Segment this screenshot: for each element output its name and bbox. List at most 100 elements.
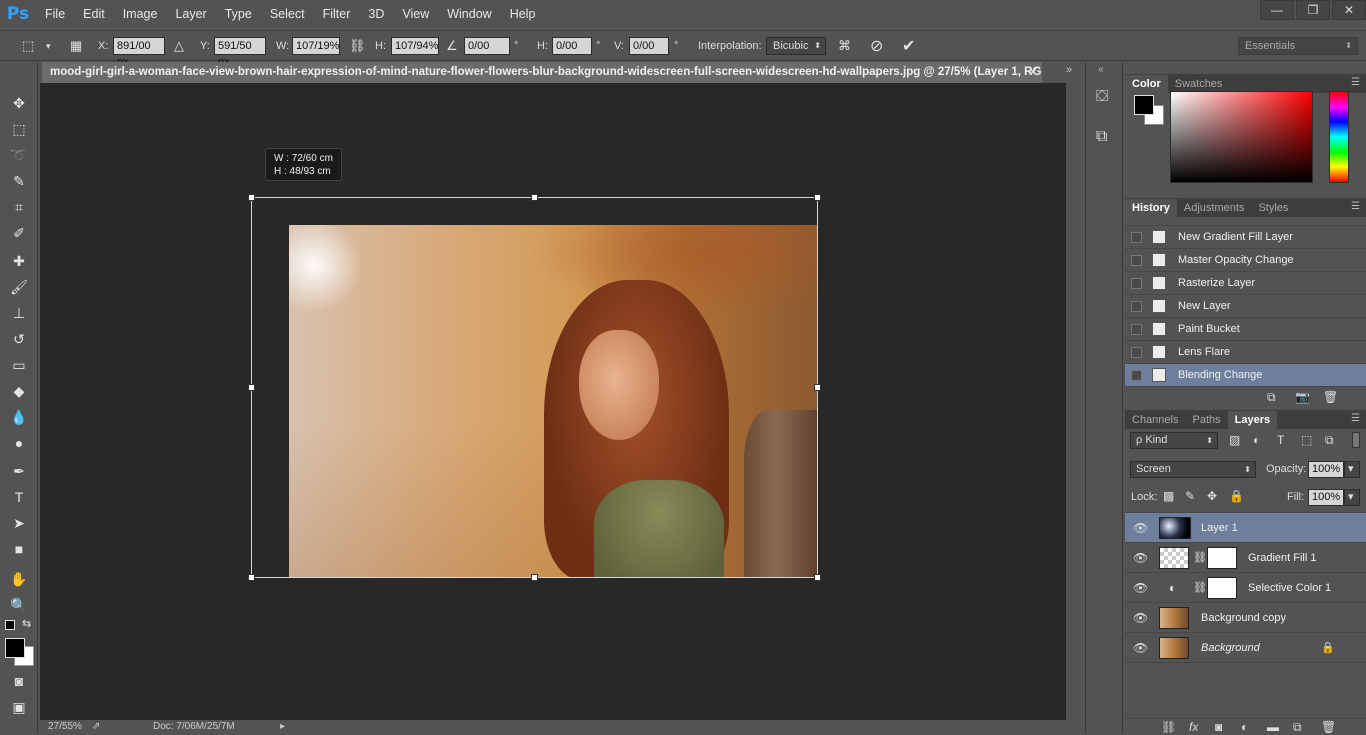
lock-all-icon[interactable]: 🔒 [1229, 489, 1244, 503]
visibility-eye-icon[interactable]: 👁 [1133, 521, 1148, 535]
layer-mask-thumbnail[interactable] [1207, 547, 1237, 569]
chain-link-icon[interactable]: ⛓ [1193, 551, 1207, 564]
y-field[interactable]: 591/50 px [214, 37, 266, 68]
lock-image-icon[interactable]: ✎ [1185, 489, 1195, 503]
tab-adjustments[interactable]: Adjustments [1177, 199, 1252, 217]
3d-icon[interactable]: ⛋ [1096, 88, 1108, 106]
move-tool-icon[interactable]: ✥ [7, 92, 31, 114]
menu-filter[interactable]: Filter [314, 0, 360, 28]
transform-tool-icon[interactable]: ⬚ [22, 38, 34, 54]
fx-icon[interactable]: fx [1189, 720, 1198, 734]
tab-history[interactable]: History [1125, 199, 1177, 217]
history-item[interactable]: Rasterize Layer [1125, 272, 1366, 295]
interpolation-select[interactable]: Bicubic ⬍ [766, 37, 826, 55]
new-group-icon[interactable]: ▬ [1267, 720, 1279, 734]
pen-tool-icon[interactable]: ✒ [7, 460, 31, 482]
menu-image[interactable]: Image [114, 0, 167, 28]
tab-channels[interactable]: Channels [1125, 411, 1185, 429]
trash-icon[interactable]: 🗑 [1323, 390, 1338, 404]
default-colors-icon[interactable] [5, 620, 15, 630]
close-window-button[interactable]: ✕ [1332, 0, 1366, 20]
blur-tool-icon[interactable]: 💧 [7, 406, 31, 428]
transform-handle-top-left[interactable] [248, 194, 255, 201]
lasso-tool-icon[interactable]: ➰ [7, 144, 31, 166]
tab-styles[interactable]: Styles [1251, 199, 1295, 217]
transform-handle-bottom[interactable] [531, 574, 538, 581]
history-checkbox[interactable] [1131, 323, 1142, 335]
crop-tool-icon[interactable]: ⌗ [7, 196, 31, 218]
lock-transparent-icon[interactable]: ▩ [1163, 489, 1174, 503]
minimize-button[interactable]: — [1260, 0, 1294, 20]
layer-row[interactable]: 👁 ⛓ Gradient Fill 1 [1125, 543, 1366, 573]
layer-row[interactable]: 👁 Layer 1 [1125, 513, 1366, 543]
menu-view[interactable]: View [393, 0, 438, 28]
filter-pixel-icon[interactable]: ▨ [1229, 433, 1240, 447]
angle-field[interactable]: 0/00 [464, 37, 510, 55]
lock-position-icon[interactable]: ✥ [1207, 489, 1217, 503]
layer-row[interactable]: 👁 Background copy [1125, 603, 1366, 633]
expand-panels-icon[interactable]: » [1066, 64, 1072, 76]
foreground-color-swatch[interactable] [5, 638, 25, 658]
transform-handle-top[interactable] [531, 194, 538, 201]
menu-layer[interactable]: Layer [166, 0, 215, 28]
history-checkbox[interactable] [1131, 231, 1142, 243]
tab-layers[interactable]: Layers [1227, 411, 1278, 429]
menu-window[interactable]: Window [438, 0, 500, 28]
close-document-icon[interactable]: ✕ [1024, 62, 1042, 83]
history-checkbox[interactable] [1131, 346, 1142, 358]
hand-tool-icon[interactable]: ✋ [7, 568, 31, 590]
filter-toggle[interactable] [1352, 432, 1360, 448]
menu-type[interactable]: Type [216, 0, 261, 28]
vertical-scrollbar[interactable] [1066, 83, 1084, 734]
reference-point-icon[interactable]: ▦ [70, 38, 82, 54]
chain-link-icon[interactable]: ⛓ [1193, 581, 1207, 594]
history-checkbox[interactable] [1131, 277, 1142, 289]
opacity-field[interactable]: 100% [1308, 461, 1344, 478]
history-brush-tool-icon[interactable]: ↺ [7, 328, 31, 350]
warp-icon[interactable]: ⌘ [838, 38, 851, 54]
rectangle-tool-icon[interactable]: ■ [7, 538, 31, 560]
commit-transform-icon[interactable]: ✔ [902, 36, 915, 56]
link-layers-icon[interactable]: ⛓ [1161, 720, 1176, 734]
delta-icon[interactable]: △ [174, 38, 184, 54]
filter-smart-object-icon[interactable]: ⧉ [1325, 433, 1334, 448]
history-item[interactable]: New Layer [1125, 295, 1366, 318]
layer-row[interactable]: 👁 Background 🔒 [1125, 633, 1366, 663]
history-item[interactable]: Master Opacity Change [1125, 249, 1366, 272]
filter-type-icon[interactable]: T [1277, 433, 1284, 447]
properties-icon[interactable]: ⧉ [1096, 128, 1107, 146]
filter-shape-icon[interactable]: ⬚ [1301, 433, 1312, 447]
new-adjustment-icon[interactable]: ◐ [1241, 720, 1248, 734]
transform-handle-left[interactable] [248, 384, 255, 391]
menu-edit[interactable]: Edit [74, 0, 114, 28]
zoom-level[interactable]: 27/55% [48, 720, 82, 734]
hue-slider[interactable] [1329, 91, 1349, 183]
history-item[interactable]: New Gradient Fill Layer [1125, 226, 1366, 249]
transform-bounding-box[interactable] [248, 194, 821, 581]
quick-mask-icon[interactable]: ◙ [7, 670, 31, 692]
share-icon[interactable]: ⇗ [92, 720, 100, 734]
history-item[interactable]: Lens Flare [1125, 341, 1366, 364]
preset-dropdown-icon[interactable]: ▾ [46, 41, 51, 52]
filter-kind-select[interactable]: ρ Kind ⬍ [1130, 432, 1218, 449]
height-field[interactable]: 107/94% [391, 37, 439, 55]
swap-colors-icon[interactable]: ⇆ [22, 617, 31, 630]
menu-select[interactable]: Select [261, 0, 314, 28]
transform-handle-bottom-left[interactable] [248, 574, 255, 581]
screen-mode-icon[interactable]: ▣ [7, 696, 31, 718]
delete-layer-icon[interactable]: 🗑 [1321, 720, 1336, 734]
menu-help[interactable]: Help [501, 0, 545, 28]
panel-menu-icon[interactable]: ☰ [1351, 77, 1360, 88]
vskew-field[interactable]: 0/00 [629, 37, 669, 55]
history-checkbox[interactable] [1131, 300, 1142, 312]
transform-handle-top-right[interactable] [814, 194, 821, 201]
tab-color[interactable]: Color [1125, 75, 1168, 93]
opacity-dropdown-icon[interactable]: ▾ [1344, 461, 1360, 478]
eraser-tool-icon[interactable]: ▭ [7, 354, 31, 376]
color-foreground-swatch[interactable] [1134, 95, 1154, 115]
fill-field[interactable]: 100% [1308, 489, 1344, 506]
fill-dropdown-icon[interactable]: ▾ [1344, 489, 1360, 506]
clone-stamp-tool-icon[interactable]: ⊥ [7, 302, 31, 324]
menu-3d[interactable]: 3D [359, 0, 393, 28]
history-checkbox[interactable] [1131, 369, 1142, 381]
